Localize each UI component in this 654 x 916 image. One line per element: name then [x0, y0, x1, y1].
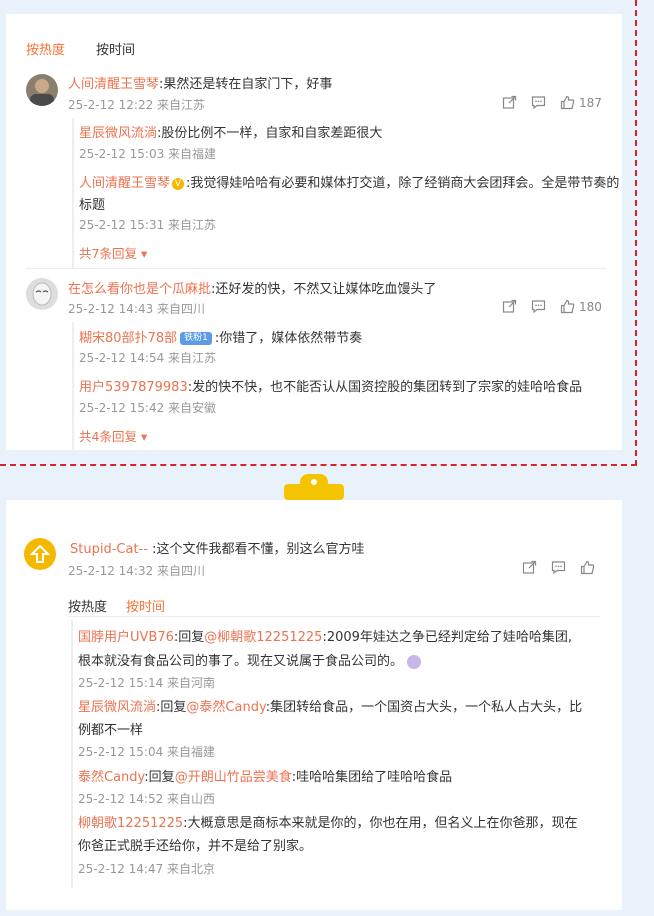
view-more-replies-link[interactable]: 共7条回复 ▾ — [79, 243, 147, 262]
avatar[interactable] — [24, 538, 56, 570]
reply-meta: 25-2-12 14:52 来自山西 — [78, 792, 216, 806]
reply-meta: 25-2-12 15:42 来自安徽 — [79, 401, 217, 415]
reply-text: :发的快不快，也不能否认从国资控股的集团转到了宗家的娃哈哈食品 — [187, 380, 583, 395]
view-more-replies-link[interactable]: 共4条回复 ▾ — [79, 426, 147, 445]
comment-meta: 25-2-12 14:43 来自四川 — [68, 302, 206, 316]
reply-meta: 25-2-12 15:14 来自河南 — [78, 676, 216, 690]
username-link[interactable]: Stupid-Cat-- — [70, 542, 148, 557]
comment-icon[interactable] — [531, 299, 546, 314]
reply-meta: 25-2-12 15:03 来自福建 — [79, 147, 217, 161]
reply-body: 星辰微风流淌:回复@泰然Candy:集团转给食品，一个国资占大头，一个私人占大头… — [78, 700, 583, 715]
comment-icon[interactable] — [531, 95, 546, 110]
reply-text-continued: 你爸正式脱手还给你，并不是给了别家。 — [78, 839, 313, 854]
comment-body: 在怎么看你也是个瓜麻批:还好发的快，不然又让媒体吃血馒头了 — [68, 278, 436, 297]
screenshot-divider-horizontal — [0, 464, 637, 466]
like-button[interactable]: 187 — [560, 95, 602, 110]
avatar[interactable] — [26, 278, 58, 310]
reply-text: :哇哈哈集团给了哇哈哈食品 — [291, 770, 453, 785]
like-icon[interactable] — [580, 560, 595, 575]
comment-actions — [522, 560, 595, 575]
reply-text: :2009年娃达之争已经判定给了娃哈哈集团, — [322, 630, 573, 645]
sort-by-hot-tab[interactable]: 按热度 — [26, 39, 65, 58]
reply-body: 用户5397879983:发的快不快，也不能否认从国资控股的集团转到了宗家的娃哈… — [79, 376, 582, 395]
reply-meta: 25-2-12 15:04 来自福建 — [78, 745, 216, 759]
username-link[interactable]: 泰然Candy — [78, 770, 144, 785]
comment-meta: 25-2-12 12:22 来自江苏 — [68, 98, 206, 112]
avatar-image-icon — [32, 282, 52, 306]
sort-by-time-tab[interactable]: 按时间 — [126, 596, 165, 615]
reply-thread-line — [72, 118, 74, 268]
comment-text: :这个文件我都看不懂，别这么官方哇 — [152, 542, 365, 557]
sort-divider — [68, 616, 600, 617]
avatar-image-icon — [30, 79, 54, 106]
reply-text: :集团转给食品，一个国资占大头，一个私人占大头，比 — [265, 700, 583, 715]
comment-meta: 25-2-12 14:32 来自四川 — [68, 564, 206, 578]
share-icon[interactable] — [522, 560, 537, 575]
chevron-down-icon: ▾ — [140, 429, 148, 444]
comment-body: 人间清醒王雪琴:果然还是转在自家门下，好事 — [68, 73, 332, 92]
like-button[interactable]: 180 — [560, 299, 602, 314]
reply-text: :你错了，媒体依然带节奏 — [214, 331, 363, 346]
like-icon — [560, 95, 575, 110]
share-icon[interactable] — [502, 299, 517, 314]
reply-meta: 25-2-12 15:31 来自江苏 — [79, 218, 217, 232]
reply-body: 糊宋80部扑78部 铁粉1:你错了，媒体依然带节奏 — [79, 327, 362, 346]
comment-actions: 187 — [502, 95, 602, 110]
reply-text-continued: 例都不一样 — [78, 723, 144, 738]
reply-body: 柳朝歌12251225:大概意思是商标本来就是你的，你也在用，但名义上在你爸那，… — [78, 812, 578, 831]
reply-thread-line — [72, 322, 74, 450]
reply-text: :我觉得娃哈哈有必要和媒体打交道，除了经销商大会团拜会。全是带节奏的 — [186, 176, 620, 191]
comment-text: :果然还是转在自家门下，好事 — [159, 77, 333, 92]
sort-by-hot-tab[interactable]: 按热度 — [68, 596, 107, 615]
username-link[interactable]: 星辰微风流淌 — [78, 700, 156, 715]
reply-text-continued: 标题 — [79, 198, 106, 213]
fan-badge: 铁粉1 — [180, 332, 212, 345]
username-link[interactable]: 星辰微风流淌 — [79, 126, 157, 141]
mention-link[interactable]: @泰然Candy — [186, 700, 265, 715]
reply-body: 国脖用户UVB76:回复@柳朝歌12251225:2009年娃达之争已经判定给了… — [78, 630, 573, 645]
comment-separator — [26, 268, 606, 269]
avatar[interactable] — [26, 74, 58, 106]
reply-meta: 25-2-12 14:54 来自江苏 — [79, 351, 217, 365]
like-icon — [560, 299, 575, 314]
reply-text: :大概意思是商标本来就是你的，你也在用，但名义上在你爸那，现在 — [183, 816, 578, 831]
like-count: 180 — [579, 299, 602, 314]
username-link[interactable]: 糊宋80部扑78部 — [79, 331, 177, 346]
like-count: 187 — [579, 95, 602, 110]
reply-thread-line — [71, 620, 73, 888]
chevron-down-icon: ▾ — [140, 246, 148, 261]
reply-body: 星辰微风流淌:股份比例不一样，自家和自家差距很大 — [79, 122, 382, 141]
bottom-comment-panel: Stupid-Cat-- :这个文件我都看不懂，别这么官方哇 25-2-12 1… — [6, 500, 622, 910]
paperclip-icon — [284, 474, 344, 500]
reply-text: :股份比例不一样，自家和自家差距很大 — [157, 126, 383, 141]
screenshot-divider-vertical — [635, 0, 637, 466]
username-link[interactable]: 人间清醒王雪琴 — [79, 176, 170, 191]
mention-link[interactable]: @开朗山竹品尝美食 — [175, 770, 292, 785]
reply-body: 人间清醒王雪琴 V:我觉得娃哈哈有必要和媒体打交道，除了经销商大会团拜会。全是带节… — [79, 172, 619, 191]
comment-icon[interactable] — [551, 560, 566, 575]
mention-link[interactable]: @柳朝歌12251225 — [204, 630, 322, 645]
up-arrow-icon — [29, 544, 51, 563]
emoji-icon — [407, 654, 422, 669]
username-link[interactable]: 用户5397879983 — [79, 380, 188, 395]
reply-body: 泰然Candy:回复@开朗山竹品尝美食:哇哈哈集团给了哇哈哈食品 — [78, 770, 453, 785]
username-link[interactable]: 柳朝歌12251225 — [78, 816, 183, 831]
sort-by-time-tab[interactable]: 按时间 — [96, 39, 135, 58]
reply-text-continued: 根本就没有食品公司的事了。现在又说属于食品公司的。 — [78, 650, 422, 669]
username-link[interactable]: 在怎么看你也是个瓜麻批 — [68, 282, 211, 297]
top-comment-panel: 按热度 按时间 人间清醒王雪琴:果然还是转在自家门下，好事 25-2-12 12… — [6, 14, 622, 450]
comment-actions: 180 — [502, 299, 602, 314]
reply-meta: 25-2-12 14:47 来自北京 — [78, 862, 216, 876]
username-link[interactable]: 人间清醒王雪琴 — [68, 77, 159, 92]
username-link[interactable]: 国脖用户UVB76 — [78, 630, 174, 645]
comment-text: :还好发的快，不然又让媒体吃血馒头了 — [211, 282, 437, 297]
share-icon[interactable] — [502, 95, 517, 110]
comment-body: Stupid-Cat-- :这个文件我都看不懂，别这么官方哇 — [70, 538, 364, 557]
verified-badge-icon: V — [172, 177, 185, 190]
